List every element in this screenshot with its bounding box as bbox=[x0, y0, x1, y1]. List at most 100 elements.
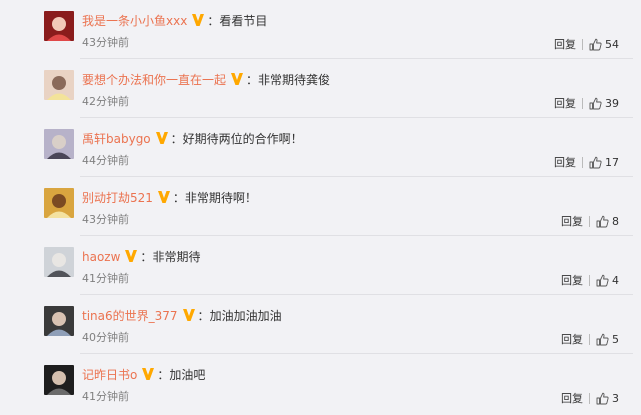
comment-text: 加油吧 bbox=[169, 368, 206, 382]
comment-item: 别动打劫521 ：非常期待啊！ 43分钟前 回复 8 bbox=[0, 177, 641, 236]
username-link[interactable]: 记昨日书o bbox=[82, 368, 137, 382]
reply-button[interactable]: 回复 bbox=[554, 154, 576, 170]
avatar[interactable] bbox=[44, 70, 74, 100]
separator: ： bbox=[157, 368, 170, 382]
username-link[interactable]: 我是一条小小鱼xxx bbox=[82, 14, 187, 28]
comment-line: 我是一条小小鱼xxx ：看看节目 bbox=[82, 12, 267, 30]
reply-button[interactable]: 回复 bbox=[554, 36, 576, 52]
comment-time: 44分钟前 bbox=[82, 154, 129, 167]
comment-text: 好期待两位的合作啊！ bbox=[182, 132, 303, 146]
avatar[interactable] bbox=[44, 247, 74, 277]
comment-text: 非常期待龚俊 bbox=[258, 73, 331, 87]
like-button[interactable]: 17 bbox=[589, 156, 619, 169]
avatar-image bbox=[44, 247, 74, 277]
comment-time: 42分钟前 bbox=[82, 95, 129, 108]
like-count: 17 bbox=[605, 155, 619, 169]
comment-actions: 回复 39 bbox=[554, 95, 619, 111]
comment-item: haozw ：非常期待 41分钟前 回复 4 bbox=[0, 236, 641, 295]
like-button[interactable]: 3 bbox=[596, 392, 619, 405]
avatar-image bbox=[44, 129, 74, 159]
like-count: 54 bbox=[605, 37, 619, 51]
comment-line: tina6的世界_377 ：加油加油加油 bbox=[82, 307, 282, 325]
username-link[interactable]: haozw bbox=[82, 250, 120, 264]
avatar-image bbox=[44, 70, 74, 100]
like-button[interactable]: 4 bbox=[596, 274, 619, 287]
username-link[interactable]: 要想个办法和你一直在一起 bbox=[82, 73, 226, 87]
comment-actions: 回复 17 bbox=[554, 154, 619, 170]
thumb-up-icon bbox=[589, 38, 602, 51]
reply-button[interactable]: 回复 bbox=[561, 213, 583, 229]
reply-button[interactable]: 回复 bbox=[561, 331, 583, 347]
action-divider bbox=[589, 392, 590, 404]
separator: ： bbox=[172, 191, 185, 205]
like-button[interactable]: 8 bbox=[596, 215, 619, 228]
comment-line: 别动打劫521 ：非常期待啊！ bbox=[82, 189, 257, 207]
vip-badge-icon[interactable] bbox=[141, 367, 155, 381]
vip-badge-icon[interactable] bbox=[191, 13, 205, 27]
separator: ： bbox=[246, 73, 259, 87]
comment-text: 看看节目 bbox=[219, 14, 268, 28]
vip-badge-icon[interactable] bbox=[157, 190, 171, 204]
avatar[interactable] bbox=[44, 129, 74, 159]
avatar-image bbox=[44, 188, 74, 218]
username-link[interactable]: tina6的世界_377 bbox=[82, 309, 178, 323]
avatar[interactable] bbox=[44, 11, 74, 41]
separator: ： bbox=[207, 14, 220, 28]
username-link[interactable]: 禹轩babygo bbox=[82, 132, 151, 146]
avatar-image bbox=[44, 365, 74, 395]
action-divider bbox=[582, 156, 583, 168]
avatar[interactable] bbox=[44, 365, 74, 395]
comment-time: 40分钟前 bbox=[82, 331, 129, 344]
avatar-image bbox=[44, 11, 74, 41]
comment-item: 要想个办法和你一直在一起 ：非常期待龚俊 42分钟前 回复 39 bbox=[0, 59, 641, 118]
separator: ： bbox=[170, 132, 183, 146]
avatar-image bbox=[44, 306, 74, 336]
vip-badge-icon[interactable] bbox=[182, 308, 196, 322]
like-count: 3 bbox=[612, 391, 619, 405]
like-count: 8 bbox=[612, 214, 619, 228]
like-button[interactable]: 39 bbox=[589, 97, 619, 110]
vip-badge-icon[interactable] bbox=[230, 72, 244, 86]
action-divider bbox=[589, 274, 590, 286]
comment-list: 我是一条小小鱼xxx ：看看节目 43分钟前 回复 54 要想个办法和你一直在一起… bbox=[0, 0, 641, 415]
vip-badge-icon[interactable] bbox=[124, 249, 138, 263]
comment-time: 43分钟前 bbox=[82, 36, 129, 49]
thumb-up-icon bbox=[589, 156, 602, 169]
thumb-up-icon bbox=[596, 274, 609, 287]
username-link[interactable]: 别动打劫521 bbox=[82, 191, 153, 205]
comment-text: 非常期待 bbox=[152, 250, 201, 264]
action-divider bbox=[589, 333, 590, 345]
comment-time: 41分钟前 bbox=[82, 390, 129, 403]
comment-actions: 回复 4 bbox=[561, 272, 619, 288]
comment-item: 禹轩babygo ：好期待两位的合作啊！ 44分钟前 回复 17 bbox=[0, 118, 641, 177]
like-count: 39 bbox=[605, 96, 619, 110]
comment-actions: 回复 8 bbox=[561, 213, 619, 229]
comment-actions: 回复 54 bbox=[554, 36, 619, 52]
like-count: 4 bbox=[612, 273, 619, 287]
action-divider bbox=[582, 97, 583, 109]
thumb-up-icon bbox=[589, 97, 602, 110]
comment-item: 我是一条小小鱼xxx ：看看节目 43分钟前 回复 54 bbox=[0, 0, 641, 59]
comment-text: 加油加油加油 bbox=[209, 309, 282, 323]
avatar[interactable] bbox=[44, 306, 74, 336]
reply-button[interactable]: 回复 bbox=[561, 390, 583, 406]
avatar[interactable] bbox=[44, 188, 74, 218]
thumb-up-icon bbox=[596, 333, 609, 346]
action-divider bbox=[582, 38, 583, 50]
thumb-up-icon bbox=[596, 215, 609, 228]
reply-button[interactable]: 回复 bbox=[554, 95, 576, 111]
separator: ： bbox=[140, 250, 153, 264]
comment-time: 43分钟前 bbox=[82, 213, 129, 226]
separator: ： bbox=[197, 309, 210, 323]
comment-line: 记昨日书o ：加油吧 bbox=[82, 366, 205, 384]
comment-line: 要想个办法和你一直在一起 ：非常期待龚俊 bbox=[82, 71, 330, 89]
vip-badge-icon[interactable] bbox=[155, 131, 169, 145]
like-button[interactable]: 54 bbox=[589, 38, 619, 51]
like-button[interactable]: 5 bbox=[596, 333, 619, 346]
comment-item: 记昨日书o ：加油吧 41分钟前 回复 3 bbox=[0, 354, 641, 413]
reply-button[interactable]: 回复 bbox=[561, 272, 583, 288]
thumb-up-icon bbox=[596, 392, 609, 405]
comment-line: 禹轩babygo ：好期待两位的合作啊！ bbox=[82, 130, 303, 148]
comment-line: haozw ：非常期待 bbox=[82, 248, 200, 266]
comment-actions: 回复 5 bbox=[561, 331, 619, 347]
